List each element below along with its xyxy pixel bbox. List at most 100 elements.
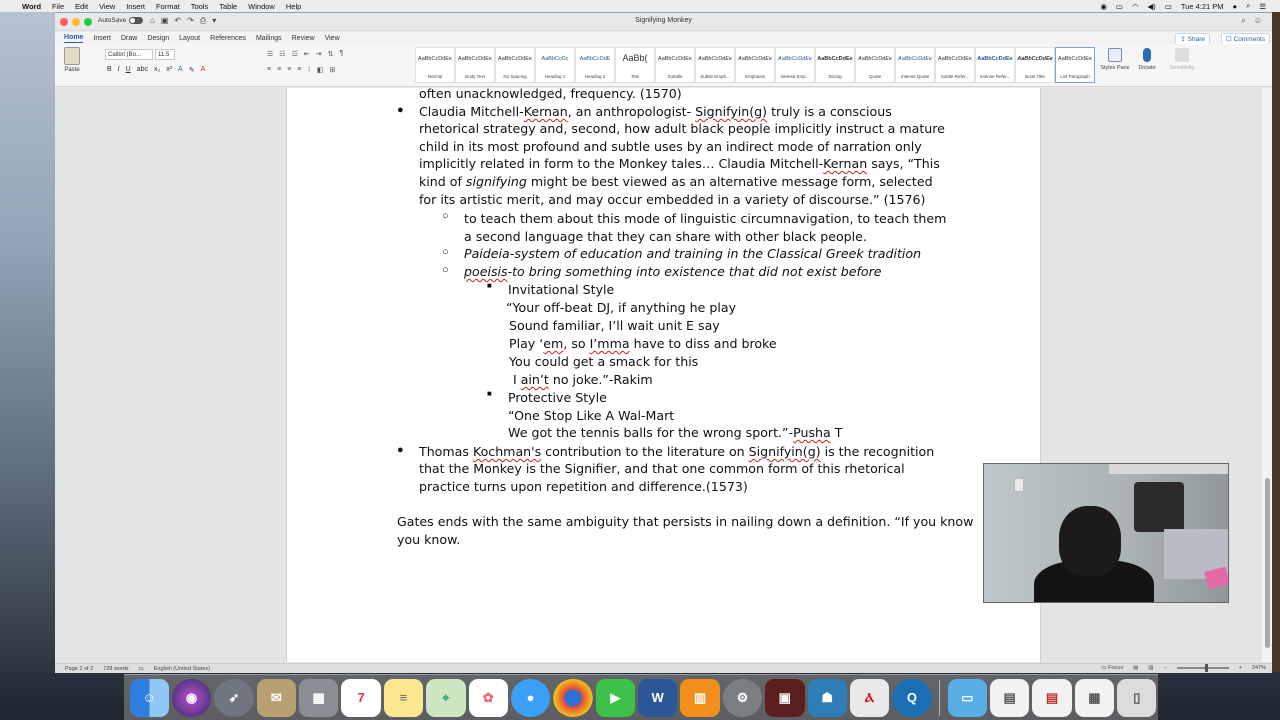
numbering-icon[interactable]: ☷: [279, 50, 285, 58]
word-count[interactable]: 728 words: [103, 666, 128, 672]
style-book-title[interactable]: AaBbCcDdEe Book Title: [1015, 47, 1055, 83]
font-color-icon[interactable]: A: [201, 66, 206, 74]
shading-icon[interactable]: ◧: [317, 66, 324, 74]
menu-format[interactable]: Format: [156, 2, 180, 11]
page-count[interactable]: Page 2 of 2: [65, 666, 93, 672]
vertical-scrollbar[interactable]: [1262, 88, 1272, 662]
proofing-icon[interactable]: ▭: [139, 666, 144, 672]
sort-icon[interactable]: ⇅: [328, 50, 334, 58]
bullets-icon[interactable]: ☰: [267, 50, 273, 58]
italic-icon[interactable]: I: [118, 66, 120, 74]
document-icon[interactable]: ▤: [989, 678, 1030, 717]
tab-references[interactable]: References: [210, 34, 246, 43]
calendar-icon[interactable]: 7: [341, 678, 381, 717]
tab-mailings[interactable]: Mailings: [256, 34, 282, 43]
facetime-icon[interactable]: ▶: [595, 678, 635, 717]
style-intense-emphasis[interactable]: AaBbCcDdEe Intense Emp...: [775, 47, 815, 83]
chrome-icon[interactable]: [553, 678, 593, 717]
superscript-icon[interactable]: x²: [166, 66, 172, 74]
acrobat-icon[interactable]: Ⲁ: [849, 678, 890, 717]
books-icon[interactable]: ▥: [680, 678, 720, 717]
subscript-icon[interactable]: x₂: [154, 66, 160, 74]
align-center-icon[interactable]: ≡: [277, 66, 281, 74]
style-quote[interactable]: AaBbCcDdEe Quote: [855, 47, 895, 83]
menu-view[interactable]: View: [99, 2, 115, 11]
calculator-icon[interactable]: ▦: [299, 678, 339, 717]
menu-window[interactable]: Window: [248, 2, 275, 11]
font-name-select[interactable]: Calibri (Bo...: [105, 49, 153, 60]
borders-icon[interactable]: ⊞: [330, 66, 336, 74]
zoom-in-icon[interactable]: +: [1239, 665, 1242, 671]
tab-review[interactable]: Review: [292, 34, 315, 43]
multilevel-list-icon[interactable]: ☲: [292, 50, 298, 58]
align-right-icon[interactable]: ≡: [287, 66, 291, 74]
paste-button[interactable]: Paste: [61, 47, 83, 73]
line-spacing-icon[interactable]: ↕: [307, 66, 311, 74]
tab-draw[interactable]: Draw: [121, 34, 137, 43]
kindle-icon[interactable]: ☗: [807, 678, 847, 717]
launchpad-icon[interactable]: ➶: [214, 678, 254, 717]
battery-icon[interactable]: ▭: [1165, 2, 1172, 11]
trash-icon[interactable]: ▯: [1117, 678, 1157, 717]
menu-insert[interactable]: Insert: [126, 2, 145, 11]
zoom-out-icon[interactable]: −: [1163, 665, 1166, 671]
document-page[interactable]: often unacknowledged, frequency. (1570) …: [286, 88, 1041, 662]
style-strong[interactable]: AaBbCcDdEe Strong: [815, 47, 855, 83]
focus-button[interactable]: ▭ Focus: [1101, 665, 1123, 671]
style-no-spacing[interactable]: AaBbCcDdEe No Spacing: [495, 47, 535, 83]
language-indicator[interactable]: English (United States): [154, 666, 210, 672]
tab-layout[interactable]: Layout: [179, 34, 200, 43]
menu-edit[interactable]: Edit: [75, 2, 88, 11]
airplay-icon[interactable]: ▭: [1116, 2, 1123, 11]
photos-icon[interactable]: ✿: [468, 678, 508, 717]
tab-home[interactable]: Home: [64, 33, 84, 43]
wifi-icon[interactable]: ◠: [1132, 2, 1139, 11]
tab-insert[interactable]: Insert: [93, 34, 111, 43]
style-list-paragraph[interactable]: AaBbCcDdEe List Paragraph: [1055, 47, 1095, 83]
user-icon[interactable]: ●: [1233, 2, 1238, 11]
style-subtle-reference[interactable]: AaBbCcDdEe Subtle Refer...: [935, 47, 975, 83]
underline-icon[interactable]: U: [126, 66, 131, 74]
spotlight-icon[interactable]: ⌕: [1246, 1, 1250, 11]
increase-indent-icon[interactable]: ⇥: [316, 50, 322, 58]
quicktime-icon[interactable]: Q: [892, 678, 932, 717]
styles-pane-button[interactable]: Styles Pane: [1100, 48, 1130, 71]
dictate-button[interactable]: Dictate: [1132, 48, 1162, 71]
font-size-select[interactable]: 11.5: [155, 49, 175, 60]
style-emphasis[interactable]: AaBbCcDdEe Emphasis: [735, 47, 775, 83]
decrease-indent-icon[interactable]: ⇤: [304, 50, 310, 58]
finder-icon[interactable]: ☺: [129, 678, 169, 717]
highlight-icon[interactable]: ✎: [189, 66, 195, 74]
pilcrow-icon[interactable]: ¶: [339, 50, 343, 58]
justify-icon[interactable]: ≡: [297, 66, 301, 74]
style-subtle-emphasis[interactable]: AaBbCcDdEe Subtle Emph...: [695, 47, 735, 83]
zoom-level[interactable]: 247%: [1252, 665, 1266, 671]
style-intense-reference[interactable]: AaBbCcDdEe Intense Refer...: [975, 47, 1015, 83]
account-icon[interactable]: ☺: [1254, 16, 1262, 26]
tab-view[interactable]: View: [325, 34, 340, 43]
sensitivity-button[interactable]: Sensitivity: [1167, 48, 1197, 71]
style-subtitle[interactable]: AaBbCcDdEe Subtitle: [655, 47, 695, 83]
folder-icon[interactable]: ▭: [947, 678, 987, 717]
strikethrough-icon[interactable]: abc: [137, 66, 148, 74]
menu-clock[interactable]: Tue 4:21 PM: [1181, 2, 1224, 11]
zoom-slider[interactable]: [1176, 664, 1229, 672]
text-effects-icon[interactable]: A: [178, 66, 183, 74]
menu-app-name[interactable]: Word: [22, 2, 41, 11]
style-heading-1[interactable]: AaBbCcDc Heading 1: [535, 47, 575, 83]
style-intense-quote[interactable]: AaBbCcDdEe Intense Quote: [895, 47, 935, 83]
notification-center-icon[interactable]: ☰: [1259, 2, 1266, 11]
preview-icon[interactable]: ✉: [256, 678, 296, 717]
menu-tools[interactable]: Tools: [191, 2, 209, 11]
search-icon[interactable]: ⌕: [1241, 16, 1245, 26]
print-layout-icon[interactable]: ▤: [1133, 665, 1138, 671]
pdf-document-icon[interactable]: ▤: [1032, 678, 1072, 717]
menu-table[interactable]: Table: [219, 2, 237, 11]
photo-booth-icon[interactable]: ▣: [765, 678, 805, 717]
tab-design[interactable]: Design: [147, 34, 169, 43]
menu-help[interactable]: Help: [286, 2, 301, 11]
bold-icon[interactable]: B: [107, 66, 112, 74]
style-title[interactable]: AaBb(Title: [615, 47, 655, 83]
style-body-text[interactable]: AaBbCcDdEe Body Text: [455, 47, 495, 83]
siri-icon[interactable]: ◉: [171, 678, 212, 717]
